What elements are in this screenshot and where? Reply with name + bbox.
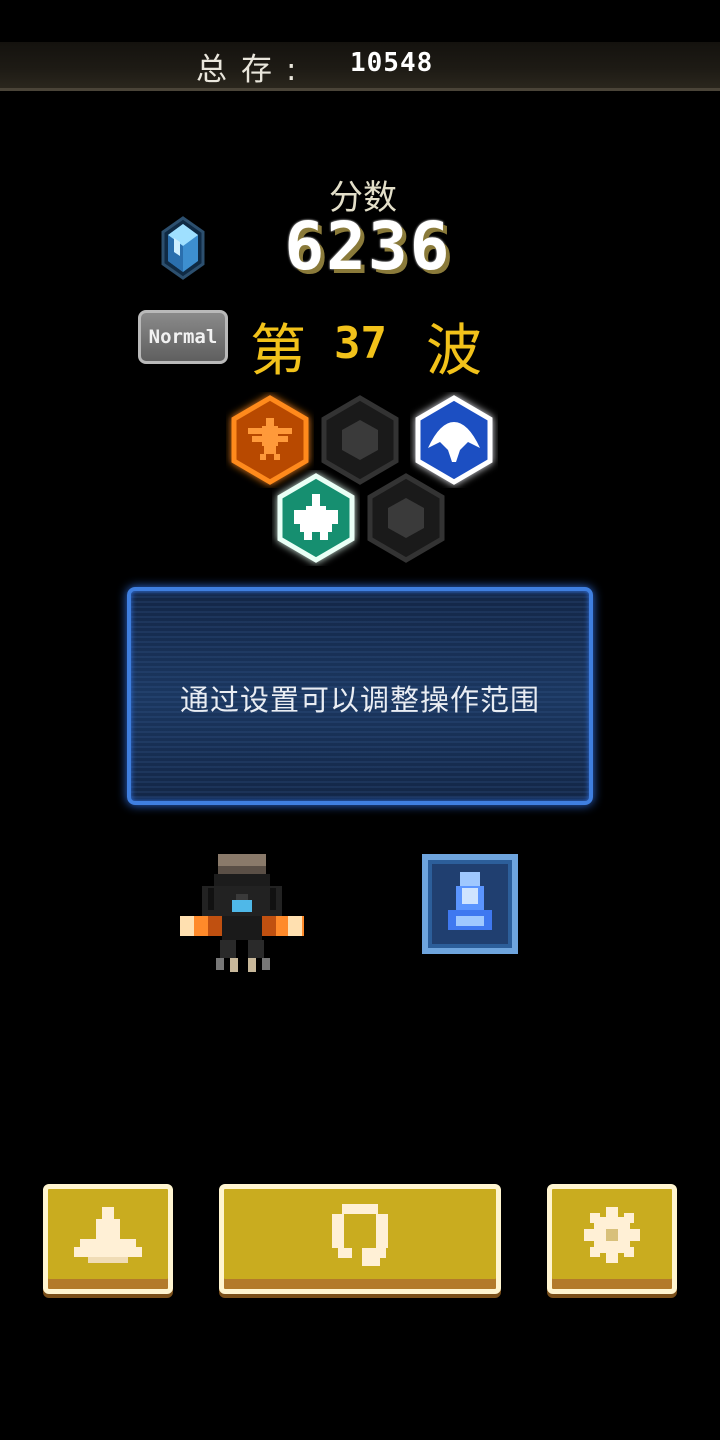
total-storage-bar: 总存: 10548 [0,42,720,91]
settings-button[interactable] [547,1184,677,1294]
wave-prefix: 第 [250,319,306,384]
wave-suffix: 波 [426,319,482,384]
difficulty-badge: Normal [138,310,228,364]
ship-select-button[interactable] [43,1184,173,1294]
game-screen: 总存: 10548 分数 6236 Normal 第 37 波 通过设置可以调整… [0,0,720,1440]
ship-icon [72,1205,144,1269]
gear-icon [582,1205,642,1269]
score-value: 6236 [284,208,452,285]
player-character [180,852,304,980]
fighter-badge [272,470,360,570]
restart-icon [330,1202,390,1272]
total-storage-label: 总存: [196,52,311,88]
ghost-item-box [420,852,520,960]
tip-panel: 通过设置可以调整操作范围 [127,587,593,805]
restart-button[interactable] [219,1184,501,1294]
locked-badge-slot [362,470,450,570]
wave-number: 37 [334,318,387,369]
tip-text: 通过设置可以调整操作范围 [179,683,540,717]
total-storage-value: 10548 [350,48,434,78]
